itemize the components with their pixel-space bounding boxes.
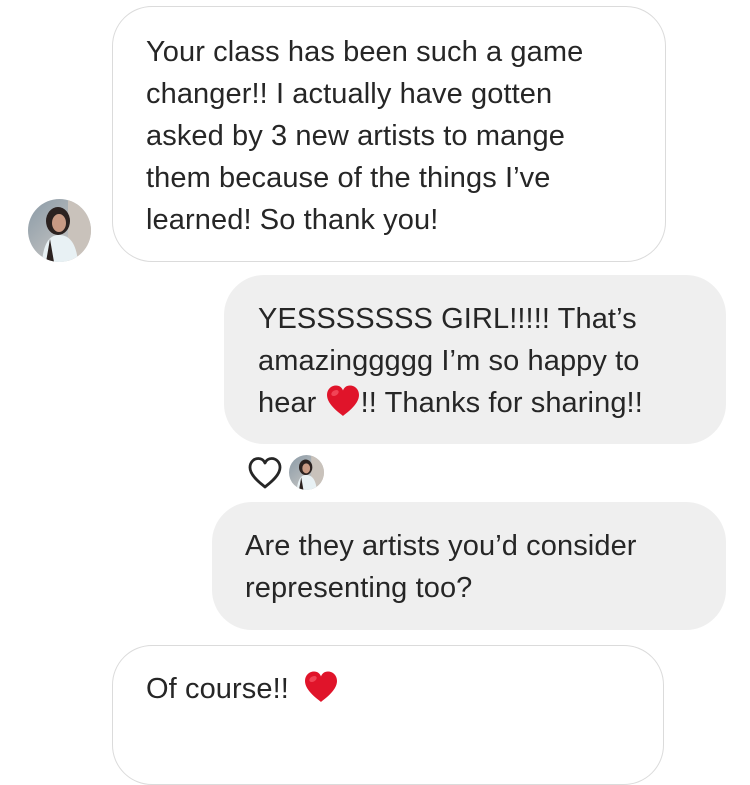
reaction-avatar: [289, 455, 324, 490]
message-text-fragment: !! Thanks for sharing!!: [360, 387, 643, 419]
reaction-avatar-image: [289, 455, 324, 490]
message-text-line: Are they artists you’d consider: [245, 530, 637, 562]
contact-avatar[interactable]: [28, 199, 91, 262]
message-text-line: hear !! Thanks for sharing!!: [258, 382, 702, 424]
message-text-line: amazinggggg I’m so happy to: [258, 345, 640, 377]
red-heart-emoji: [326, 385, 359, 416]
message-text-line: them because of the things I’ve: [146, 162, 551, 194]
message-text-line: asked by 3 new artists to mange: [146, 120, 565, 152]
message-text-line: changer!! I actually have gotten: [146, 78, 553, 110]
message-text-line: YESSSSSSS GIRL!!!!! That’s: [258, 303, 637, 335]
message-text-line: representing too?: [245, 572, 473, 604]
red-heart-emoji: [305, 671, 338, 702]
avatar-image: [28, 199, 91, 262]
message-text-line: Your class has been such a game: [146, 36, 584, 68]
message-text: Of course!!: [146, 673, 289, 705]
message-bubble-received[interactable]: Of course!!: [112, 645, 664, 785]
message-bubble-sent[interactable]: YESSSSSSS GIRL!!!!! That’s amazinggggg I…: [224, 275, 726, 444]
message-text-line: learned! So thank you!: [146, 204, 439, 236]
heart-outline-icon[interactable]: [247, 456, 283, 490]
message-bubble-received[interactable]: Your class has been such a game changer!…: [112, 6, 666, 262]
message-text-fragment: hear: [258, 387, 317, 419]
message-bubble-sent[interactable]: Are they artists you’d consider represen…: [212, 502, 726, 630]
